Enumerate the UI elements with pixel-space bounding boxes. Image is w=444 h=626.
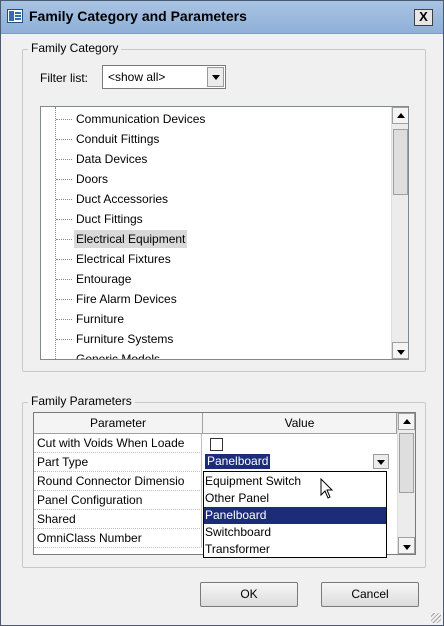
column-header-value[interactable]: Value <box>203 413 397 434</box>
family-icon <box>7 9 23 23</box>
tree-connector-line <box>55 107 56 359</box>
dropdown-option[interactable]: Other Panel <box>204 490 386 507</box>
family-category-dialog: Family Category and Parameters X Family … <box>0 0 444 626</box>
filter-list-value: <show all> <box>108 70 166 84</box>
ok-button[interactable]: OK <box>200 582 298 607</box>
part-type-value: Panelboard <box>205 454 271 469</box>
part-type-options-list[interactable]: Equipment Switch Other Panel Panelboard … <box>203 471 387 558</box>
scroll-up-button[interactable] <box>392 107 408 124</box>
scroll-thumb[interactable] <box>399 433 414 493</box>
category-tree[interactable]: Communication Devices Conduit Fittings D… <box>40 106 409 360</box>
mouse-cursor-icon <box>320 478 334 499</box>
parameter-row-name[interactable]: Panel Configuration <box>34 491 202 510</box>
cut-with-voids-checkbox[interactable] <box>210 438 223 451</box>
filter-dropdown-button[interactable] <box>207 67 224 87</box>
parameter-row-name[interactable]: Shared <box>34 510 202 529</box>
cancel-button[interactable]: Cancel <box>321 582 419 607</box>
part-type-dropdown[interactable]: Panelboard <box>204 453 390 471</box>
scroll-up-button[interactable] <box>398 413 415 430</box>
family-category-label: Family Category <box>28 41 122 55</box>
part-type-dropdown-button[interactable] <box>373 454 389 469</box>
filter-list-label: Filter list: <box>40 71 88 85</box>
filter-list-dropdown[interactable]: <show all> <box>102 65 226 89</box>
parameter-row-name[interactable]: Part Type <box>34 453 202 472</box>
scroll-down-icon <box>397 350 405 355</box>
close-button[interactable]: X <box>414 9 433 26</box>
tree-scrollbar[interactable] <box>391 107 408 359</box>
parameter-row-name[interactable]: Cut with Voids When Loade <box>34 434 202 453</box>
family-parameters-label: Family Parameters <box>28 394 135 408</box>
scroll-up-icon <box>397 113 405 118</box>
chevron-down-icon <box>377 460 385 465</box>
title-bar[interactable]: Family Category and Parameters X <box>1 1 443 34</box>
dropdown-option[interactable]: Switchboard <box>204 524 386 541</box>
resize-grip-icon[interactable] <box>431 613 441 623</box>
window-title: Family Category and Parameters <box>29 8 247 24</box>
column-header-parameter[interactable]: Parameter <box>34 413 203 434</box>
chevron-down-icon <box>212 75 220 80</box>
scroll-down-button[interactable] <box>398 537 415 554</box>
scroll-thumb[interactable] <box>393 129 408 195</box>
parameter-row-name[interactable]: OmniClass Number <box>34 529 202 548</box>
dropdown-option[interactable]: Transformer <box>204 541 386 558</box>
scroll-down-button[interactable] <box>392 342 408 359</box>
close-icon: X <box>419 9 428 24</box>
scroll-up-icon <box>403 419 411 424</box>
scroll-down-icon <box>403 545 411 550</box>
dropdown-option[interactable]: Equipment Switch <box>204 473 386 490</box>
grid-scrollbar[interactable] <box>397 413 415 554</box>
dropdown-option-selected[interactable]: Panelboard <box>204 507 386 524</box>
parameter-row-name[interactable]: Round Connector Dimensio <box>34 472 202 491</box>
